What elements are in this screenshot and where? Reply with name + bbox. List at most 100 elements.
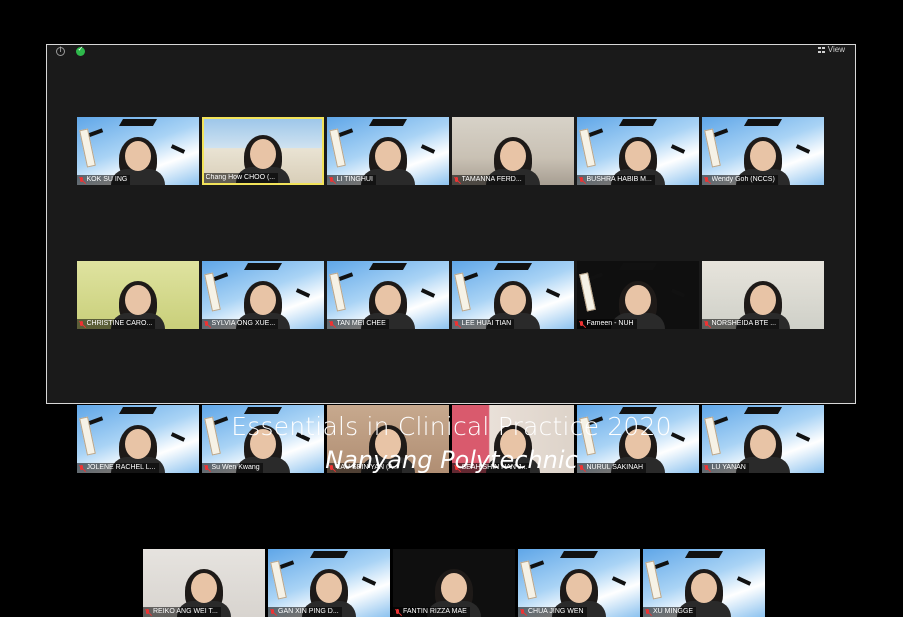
participant-name: Chang How CHOO (... (205, 174, 276, 181)
face (249, 139, 276, 169)
participant-name: BUSHRA HABIB M... (586, 176, 652, 183)
face (499, 285, 526, 315)
graduation-cap-icon (743, 119, 782, 126)
muted-mic-icon (270, 608, 276, 616)
muted-mic-icon (204, 320, 210, 328)
participant-tile[interactable]: TAN MEI CHEE (326, 261, 449, 329)
muted-mic-icon (645, 608, 651, 616)
participant-name: SYLVIA ONG XUE... (211, 320, 276, 327)
participant-name: KOK SU ING (86, 176, 128, 183)
muted-mic-icon (520, 608, 526, 616)
participant-tile[interactable]: CHRISTINE CARO... (76, 261, 199, 329)
participant-tile[interactable]: BUSHRA HABIB M... (576, 117, 699, 185)
face (249, 285, 276, 315)
participant-name-bar: FANTIN RIZZA MAE (393, 607, 470, 617)
graduation-cap-icon (118, 119, 157, 126)
participant-name: LI TINGHUI (336, 176, 373, 183)
graduation-cap-icon (618, 119, 657, 126)
face (191, 573, 217, 603)
participant-name-bar: SYLVIA ONG XUE... (201, 319, 279, 329)
muted-mic-icon (329, 320, 335, 328)
face (566, 573, 592, 603)
participant-tile[interactable]: NORSHEIDA BTE ... (701, 261, 824, 329)
participant-tile[interactable]: XU MINGGE (643, 549, 765, 617)
participant-tile[interactable]: LI TINGHUI (326, 117, 449, 185)
muted-mic-icon (704, 176, 710, 184)
face (374, 141, 401, 171)
shield-check-icon[interactable] (76, 45, 85, 56)
participant-name: TAMANNA FERD... (461, 176, 522, 183)
participant-name: CHRISTINE CARO... (86, 320, 153, 327)
zoom-gallery-window: View KOK SU ING Chang How CHOO (... LI TIN… (46, 44, 856, 617)
participant-name: Wendy Goh (NCCS) (711, 176, 775, 183)
info-icon[interactable] (56, 46, 65, 56)
face (749, 285, 776, 315)
participant-tile[interactable]: KOK SU ING (76, 117, 199, 185)
participant-name: FANTIN RIZZA MAE (403, 608, 467, 615)
muted-mic-icon (454, 176, 460, 184)
participant-name-bar: Chang How CHOO (... (203, 173, 279, 183)
participant-name: XU MINGGE (653, 608, 694, 615)
face (691, 573, 717, 603)
graduation-cap-icon (368, 263, 407, 270)
participant-tile[interactable]: TAMANNA FERD... (451, 117, 574, 185)
participant-tile[interactable]: Chang How CHOO (... (201, 117, 324, 185)
muted-mic-icon (454, 320, 460, 328)
participant-name: CHUA JING WEN (528, 608, 584, 615)
participant-tile[interactable]: GAN XIN PING D... (268, 549, 390, 617)
face (316, 573, 342, 603)
participant-name-bar: TAN MEI CHEE (326, 319, 389, 329)
graduation-cap-icon (368, 119, 407, 126)
face (624, 141, 651, 171)
muted-mic-icon (329, 176, 335, 184)
participant-name-bar: REIKO ANG WEI T... (143, 607, 221, 617)
muted-mic-icon (395, 608, 401, 616)
participant-name: TAN MEI CHEE (336, 320, 386, 327)
graduation-cap-icon (618, 263, 657, 270)
participant-tile[interactable]: REIKO ANG WEI T... (143, 549, 265, 617)
view-button-label: View (827, 45, 845, 54)
participant-name-bar: BUSHRA HABIB M... (576, 175, 655, 185)
participant-name: REIKO ANG WEI T... (153, 608, 218, 615)
participant-tile[interactable]: CHUA JING WEN (518, 549, 640, 617)
face (124, 285, 151, 315)
graduation-cap-icon (309, 551, 349, 558)
muted-mic-icon (145, 608, 151, 616)
participant-name-bar: LEE HUAI TIAN (451, 319, 515, 329)
view-button[interactable]: View (817, 45, 845, 54)
participant-tile[interactable]: SYLVIA ONG XUE... (201, 261, 324, 329)
participant-name-bar: XU MINGGE (643, 607, 697, 617)
graduation-cap-icon (243, 263, 282, 270)
graduation-cap-icon (559, 551, 599, 558)
caption-title: Essentials in Clinical Practice 2020 (231, 412, 672, 441)
participant-name: Fameen - NUH (586, 320, 634, 327)
caption-subtitle: Nanyang Polytechnic (325, 446, 578, 474)
muted-mic-icon (579, 320, 585, 328)
graduation-cap-icon (493, 263, 532, 270)
graduation-cap-icon (684, 551, 724, 558)
participant-name-bar: CHRISTINE CARO... (76, 319, 156, 329)
participant-name-bar: CHUA JING WEN (518, 607, 587, 617)
face (124, 141, 151, 171)
participant-name: NORSHEIDA BTE ... (711, 320, 777, 327)
face (499, 141, 526, 171)
participant-tile[interactable]: LEE HUAI TIAN (451, 261, 574, 329)
face (374, 285, 401, 315)
face (749, 141, 776, 171)
muted-mic-icon (704, 320, 710, 328)
face (624, 285, 651, 315)
participant-name-bar: Fameen - NUH (576, 319, 637, 329)
participant-tile[interactable]: FANTIN RIZZA MAE (393, 549, 515, 617)
muted-mic-icon (79, 176, 85, 184)
participant-name-bar: LI TINGHUI (326, 175, 376, 185)
participant-name-bar: NORSHEIDA BTE ... (701, 319, 780, 329)
face (441, 573, 467, 603)
muted-mic-icon (579, 176, 585, 184)
participant-tile[interactable]: Fameen - NUH (576, 261, 699, 329)
participant-name: LEE HUAI TIAN (461, 320, 512, 327)
muted-mic-icon (79, 320, 85, 328)
participant-name-bar: Wendy Goh (NCCS) (701, 175, 778, 185)
grid-view-icon (817, 46, 825, 53)
participant-tile[interactable]: Wendy Goh (NCCS) (701, 117, 824, 185)
participant-name: GAN XIN PING D... (278, 608, 339, 615)
